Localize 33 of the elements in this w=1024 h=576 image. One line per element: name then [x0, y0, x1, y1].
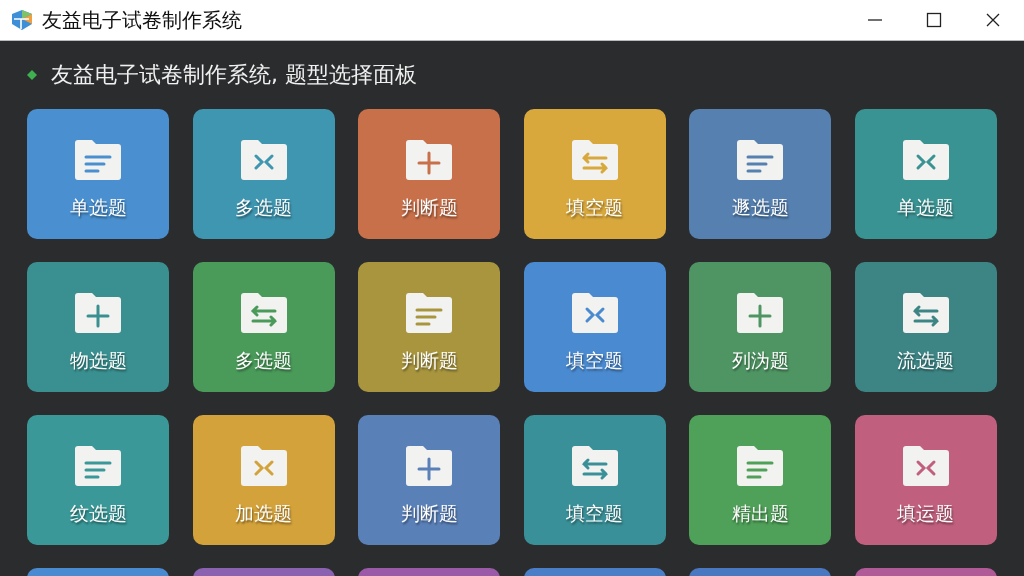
document-icon	[734, 290, 786, 336]
panel-title: 友益电子试卷制作系统, 题型选择面板	[51, 61, 417, 89]
maximize-icon[interactable]	[926, 12, 942, 28]
document-icon	[403, 443, 455, 489]
question-type-tile[interactable]: 单选题	[854, 109, 997, 239]
question-type-tile[interactable]: 物选题	[27, 262, 169, 392]
question-type-tile[interactable]: 填空题	[523, 415, 666, 545]
document-icon	[72, 443, 124, 489]
document-icon	[734, 137, 786, 183]
question-type-tile[interactable]: 单选题	[27, 109, 169, 239]
document-icon	[72, 137, 124, 183]
question-type-tile[interactable]: 精出题	[689, 415, 831, 545]
question-type-tile[interactable]: 填空题	[523, 262, 666, 392]
question-type-tile[interactable]: 流选题	[854, 262, 997, 392]
question-type-tile[interactable]: 加选题	[192, 415, 335, 545]
document-icon	[403, 137, 455, 183]
question-type-tile[interactable]: 纹选题	[27, 415, 169, 545]
diamond-icon	[27, 70, 37, 80]
question-type-tile[interactable]: 判断题	[358, 415, 500, 545]
app-logo-icon	[10, 8, 34, 32]
question-type-tile[interactable]: 填运题	[854, 415, 997, 545]
question-type-tile[interactable]: 多选题	[192, 262, 335, 392]
question-type-tile[interactable]: 列沩题	[689, 262, 831, 392]
question-type-tile[interactable]: 判断题	[358, 262, 500, 392]
document-icon	[72, 290, 124, 336]
document-icon	[734, 443, 786, 489]
window-title: 友益电子试卷制作系统	[42, 6, 242, 34]
question-type-tile[interactable]: 判断题	[358, 109, 500, 239]
question-type-tile[interactable]: 多选题	[192, 109, 335, 239]
question-type-tile[interactable]: 遯选题	[689, 109, 831, 239]
document-icon	[403, 290, 455, 336]
question-type-tile[interactable]: 填空题	[523, 109, 666, 239]
close-icon[interactable]	[985, 12, 1001, 28]
